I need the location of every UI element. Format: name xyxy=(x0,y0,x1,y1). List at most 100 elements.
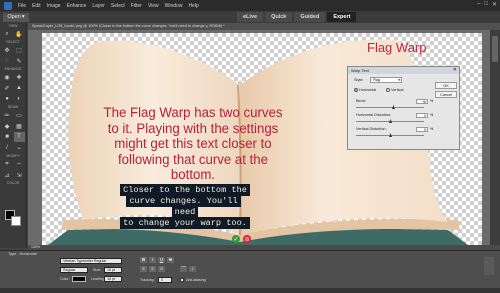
italic-button[interactable]: I xyxy=(149,257,156,263)
dialog-title: Warp Text xyxy=(351,68,369,73)
antialias-label: Anti-aliasing xyxy=(186,278,206,282)
font-style-select[interactable]: Regular xyxy=(60,267,88,273)
background-color-swatch[interactable] xyxy=(11,216,21,226)
blur-tool-icon[interactable]: ● xyxy=(2,94,13,104)
color-label: Color: xyxy=(60,277,70,281)
hdist-slider-knob[interactable] xyxy=(389,119,392,123)
vertical-distortion-field[interactable]: 0 xyxy=(416,127,428,132)
tracking-field[interactable]: 0 xyxy=(158,277,172,283)
menu-enhance[interactable]: Enhance xyxy=(67,3,87,9)
menu-file[interactable]: File xyxy=(18,3,26,9)
font-size-field[interactable]: 10 pt xyxy=(104,267,122,273)
dialog-close-icon[interactable]: ✕ xyxy=(453,67,457,74)
strikethrough-button[interactable]: S xyxy=(167,257,174,263)
horizontal-distortion-slider[interactable] xyxy=(356,119,424,123)
flag-warp-heading: Flag Warp xyxy=(367,40,427,55)
panel-collapse-handle[interactable] xyxy=(484,257,494,275)
eyedropper-tool-icon[interactable]: ⌁ xyxy=(14,143,25,153)
text-color-swatch[interactable] xyxy=(72,276,86,282)
warp-text-icon[interactable]: ⌒ xyxy=(180,266,187,272)
sponge-tool-icon[interactable]: ◐ xyxy=(14,94,25,104)
font-family-select[interactable]: Veteran Typewriter Regular xyxy=(60,258,122,264)
zoom-tool-icon[interactable]: ⌕ xyxy=(2,29,13,39)
menu-edit[interactable]: Edit xyxy=(32,3,41,9)
leading-field[interactable]: 16 pt xyxy=(104,276,122,282)
underline-button[interactable]: U xyxy=(158,257,165,263)
ok-button[interactable]: OK xyxy=(435,82,457,89)
eraser-tool-icon[interactable]: ▭ xyxy=(14,110,25,120)
cancel-button[interactable]: Cancel xyxy=(435,91,457,98)
tools-section-select: SELECT xyxy=(6,40,20,44)
crop-tool-icon[interactable]: ⌗ xyxy=(2,159,13,169)
cancel-no-icon[interactable]: ⊘ xyxy=(243,235,251,243)
vertical-radio[interactable]: Vertical xyxy=(386,88,403,92)
recompose-tool-icon[interactable]: ⇔ xyxy=(14,159,25,169)
vertical-label: Vertical xyxy=(391,88,404,92)
menu-select[interactable]: Select xyxy=(111,3,125,9)
bend-value-field[interactable]: +6 xyxy=(416,99,428,104)
align-left-icon[interactable]: ≡ xyxy=(140,266,147,272)
open-button[interactable]: Open ▾ xyxy=(3,12,29,22)
label-line-3: to change your warp too. xyxy=(120,217,250,229)
vertical-distortion-slider[interactable] xyxy=(356,133,424,137)
hand-tool-icon[interactable]: ✋ xyxy=(14,29,25,39)
style-select[interactable]: Flag ▾ xyxy=(370,77,402,83)
mode-quick-tab[interactable]: Quick xyxy=(265,12,293,22)
align-center-icon[interactable]: ≡ xyxy=(149,266,156,272)
mode-elive-tab[interactable]: eLive xyxy=(237,12,264,22)
mode-guided-tab[interactable]: Guided xyxy=(294,12,326,22)
menu-filter[interactable]: Filter xyxy=(131,3,142,9)
move-tool-icon[interactable]: ✥ xyxy=(2,45,13,55)
tools-section-enhance: ENHANCE xyxy=(4,67,22,71)
app-logo-icon xyxy=(4,1,12,10)
scrollbar-thumb[interactable] xyxy=(492,36,498,62)
vertical-scrollbar[interactable] xyxy=(490,30,500,245)
clone-stamp-tool-icon[interactable]: ▲ xyxy=(14,83,25,93)
bend-slider-knob[interactable] xyxy=(392,105,395,109)
minimize-icon[interactable]: – xyxy=(477,1,480,8)
close-icon[interactable]: ✕ xyxy=(492,1,497,8)
mode-expert-tab[interactable]: Expert xyxy=(327,12,357,22)
quick-select-tool-icon[interactable]: ✎ xyxy=(14,56,25,66)
zoom-level[interactable]: 100% xyxy=(31,245,40,249)
menu-image[interactable]: Image xyxy=(47,3,61,9)
marquee-tool-icon[interactable]: ⬚ xyxy=(14,45,25,55)
chevron-down-icon: ▾ xyxy=(398,78,400,82)
spot-heal-tool-icon[interactable]: ✚ xyxy=(14,72,25,82)
menu-bar: File Edit Image Enhance Layer Select Fil… xyxy=(0,0,500,11)
pencil-tool-icon[interactable]: / xyxy=(2,143,13,153)
radio-selected-icon xyxy=(354,88,358,92)
horizontal-distortion-field[interactable]: 0 xyxy=(416,113,428,118)
menu-help[interactable]: Help xyxy=(188,3,198,9)
warped-label-text[interactable]: Closer to the bottom the curve changes. … xyxy=(115,184,255,229)
antialias-checkbox[interactable] xyxy=(180,278,184,282)
maximize-icon[interactable]: □ xyxy=(484,1,488,8)
text-orientation-icon[interactable]: ↕ xyxy=(189,266,196,272)
menu-view[interactable]: View xyxy=(148,3,159,9)
hdist-percent: % xyxy=(430,113,434,117)
bold-button[interactable]: B xyxy=(140,257,147,263)
horizontal-label: Horizontal xyxy=(359,88,377,92)
vdist-slider-knob[interactable] xyxy=(389,133,392,137)
horizontal-distortion-label: Horizontal Distortion: xyxy=(356,113,392,117)
document-tab[interactable]: SpeakGuyer_LO5_book1.png @ 100% (Closer … xyxy=(28,23,500,30)
menu-window[interactable]: Window xyxy=(165,3,183,9)
leading-label: Leading: xyxy=(91,277,105,281)
bend-slider[interactable] xyxy=(356,105,424,109)
paint-bucket-tool-icon[interactable]: ◆ xyxy=(2,121,13,131)
horizontal-radio[interactable]: Horizontal xyxy=(354,88,376,92)
chevron-down-icon: ▾ xyxy=(21,14,25,20)
commit-check-icon[interactable]: ✓ xyxy=(232,235,240,243)
lasso-tool-icon[interactable]: ◌ xyxy=(2,56,13,66)
smart-brush-tool-icon[interactable]: ✐ xyxy=(2,83,13,93)
content-move-tool-icon[interactable]: ⇲ xyxy=(14,170,25,180)
type-tool-icon[interactable]: T xyxy=(13,132,25,142)
align-right-icon[interactable]: ≡ xyxy=(158,266,165,272)
straighten-tool-icon[interactable]: ⊿ xyxy=(2,170,13,180)
brush-tool-icon[interactable]: ✏ xyxy=(2,110,13,120)
eye-tool-icon[interactable]: ◉ xyxy=(2,72,13,82)
shape-tool-icon[interactable]: ■ xyxy=(2,132,13,142)
mode-bar: Open ▾ eLive Quick Guided Expert xyxy=(0,11,500,23)
gradient-tool-icon[interactable]: ▦ xyxy=(14,121,25,131)
menu-layer[interactable]: Layer xyxy=(92,3,105,9)
